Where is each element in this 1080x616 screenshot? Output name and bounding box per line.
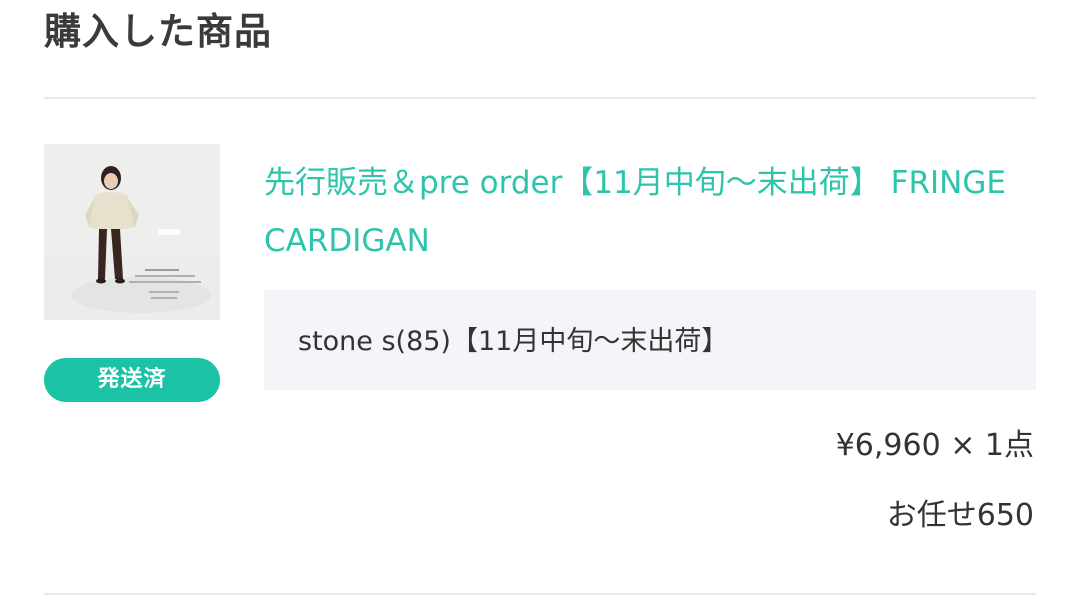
price-quantity: ¥6,960 × 1点 [835, 428, 1034, 463]
product-thumbnail[interactable] [44, 144, 220, 320]
variant-label: stone s(85)【11月中旬〜末出荷】 [298, 326, 729, 357]
divider [44, 593, 1036, 595]
section-title: 購入した商品 [44, 10, 272, 53]
product-title-link[interactable]: 先行販売＆pre order【11月中旬〜末出荷】 FRINGE CARDIGA… [264, 154, 1036, 270]
shipping-status-badge: 発送済 [44, 358, 220, 402]
divider [44, 97, 1036, 99]
purchased-items-section: 購入した商品 発送済 先行販売＆pre order【11月中旬〜末出荷】 FRI… [0, 0, 1080, 616]
shipping-option: お任せ650 [886, 498, 1034, 533]
variant-box: stone s(85)【11月中旬〜末出荷】 [264, 290, 1036, 390]
product-photo-icon [45, 145, 219, 319]
